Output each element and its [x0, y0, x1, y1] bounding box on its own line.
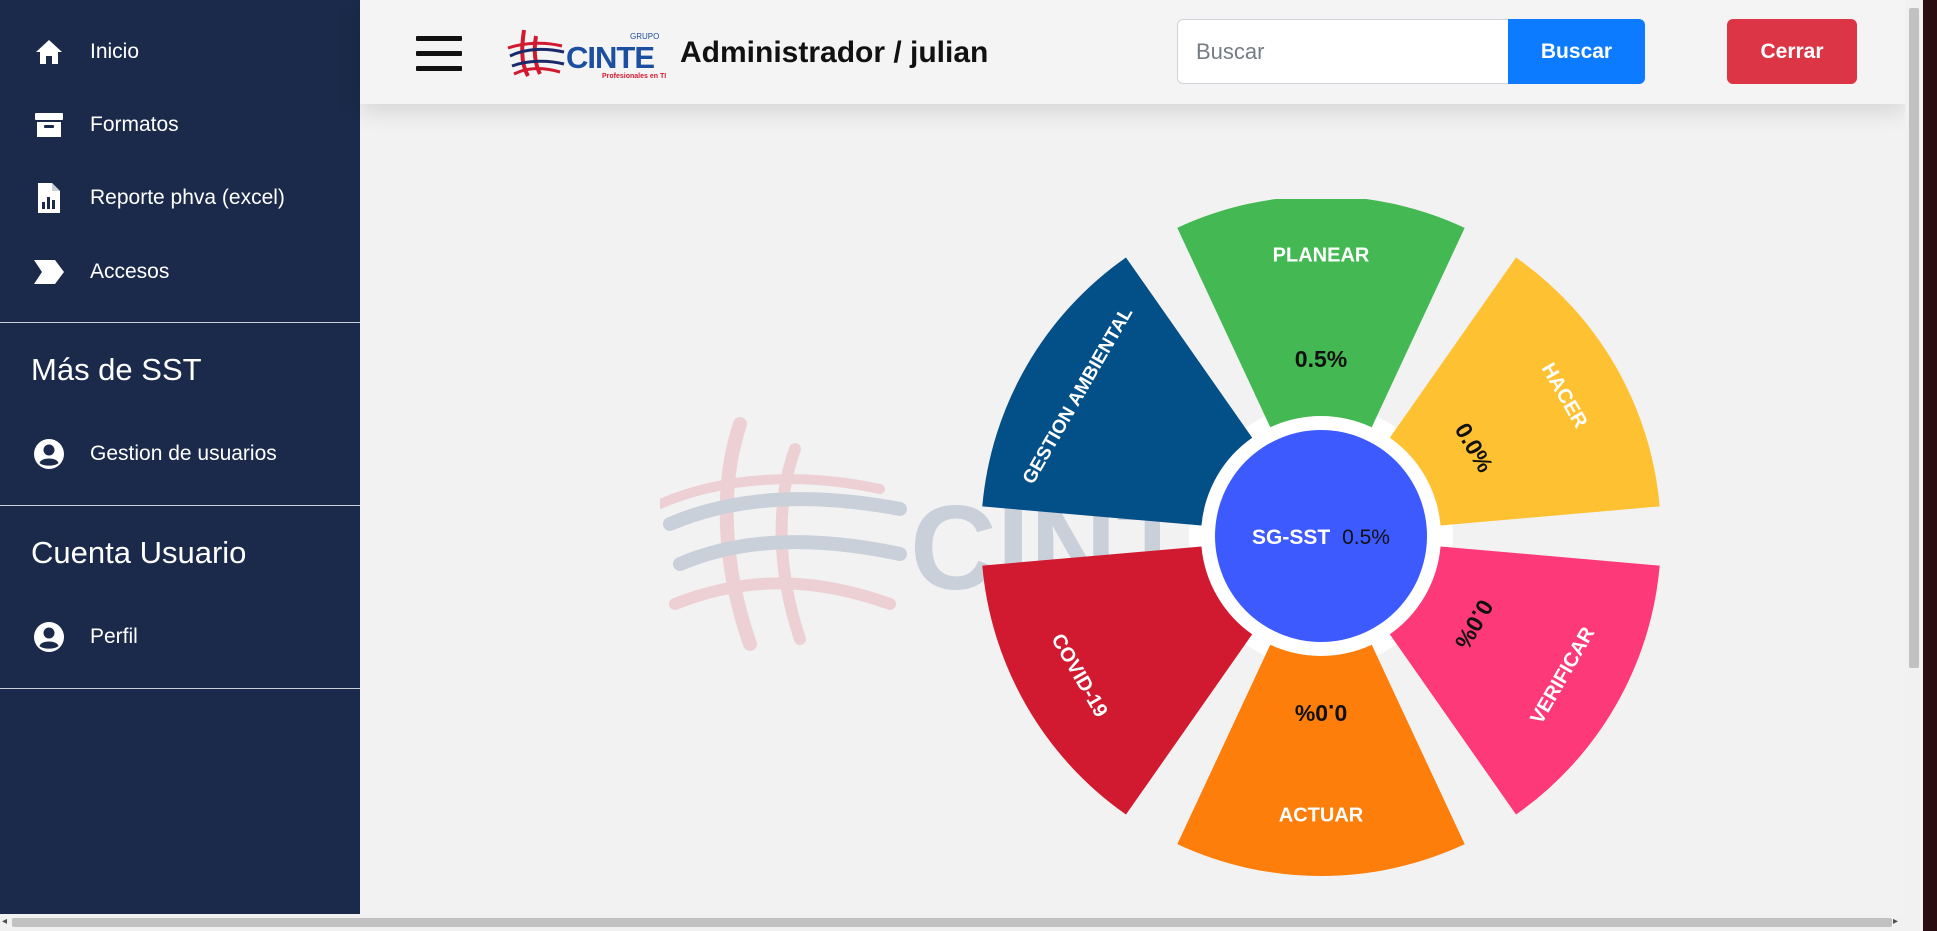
access-tag-icon	[32, 255, 66, 289]
sidebar-item-label: Reporte phva (excel)	[90, 186, 285, 209]
section-title-cuenta-usuario: Cuenta Usuario	[31, 535, 247, 570]
archive-icon	[32, 108, 66, 142]
window-edge	[1923, 0, 1937, 931]
section-title-mas-de-sst: Más de SST	[31, 352, 202, 387]
sidebar-item-label: Inicio	[90, 40, 140, 63]
sidebar-item-label: Formatos	[90, 113, 179, 136]
sidebar-item-accesos[interactable]: Accesos	[0, 242, 360, 302]
sidebar-divider	[0, 505, 360, 506]
sidebar-divider	[0, 688, 360, 689]
cinte-logo: CINTE GRUPO Profesionales en TI	[507, 29, 666, 80]
sidebar: Inicio Formatos Reporte phva (excel) Acc…	[0, 0, 360, 931]
segment-value: 0.0%	[1295, 700, 1347, 726]
logo-tagline: Profesionales en TI	[602, 73, 666, 80]
sidebar-item-gestion-usuarios[interactable]: Gestion de usuarios	[0, 424, 360, 484]
menu-bar	[416, 51, 462, 56]
home-icon	[32, 35, 66, 69]
menu-bar	[416, 36, 462, 41]
menu-toggle-button[interactable]	[416, 36, 462, 72]
sidebar-item-perfil[interactable]: Perfil	[0, 607, 360, 667]
sidebar-item-inicio[interactable]: Inicio	[0, 22, 360, 82]
search-button[interactable]: Buscar	[1508, 19, 1645, 84]
page-title: Administrador / julian	[680, 36, 989, 69]
segment-label: ACTUAR	[1279, 804, 1364, 826]
sidebar-item-label: Accesos	[90, 260, 170, 283]
main-content: CINTE PLANEAR0.5%HACER0.0%VERIFICAR0.0%A…	[360, 104, 1905, 914]
horizontal-scroll-thumb[interactable]	[12, 918, 1892, 927]
center-value: 0.5%	[1342, 526, 1390, 549]
top-header: CINTE GRUPO Profesionales en TI Administ…	[360, 0, 1905, 104]
search-input[interactable]	[1177, 19, 1510, 84]
menu-bar	[416, 66, 462, 71]
center-label: SG-SST	[1252, 526, 1330, 549]
logo-brand: CINTE	[566, 40, 654, 75]
scroll-right-arrow[interactable]: ▸	[1893, 916, 1898, 927]
horizontal-scrollbar[interactable]: ◂ ▸	[0, 914, 1923, 931]
close-button[interactable]: Cerrar	[1727, 19, 1857, 84]
sidebar-item-label: Gestion de usuarios	[90, 442, 277, 465]
sidebar-divider	[0, 322, 360, 323]
report-file-icon	[32, 181, 66, 215]
wheel-center-text: SG-SST 0.5%	[1252, 526, 1390, 549]
vertical-scroll-thumb[interactable]	[1909, 8, 1919, 668]
segment-value: 0.5%	[1295, 346, 1347, 372]
vertical-scrollbar[interactable]	[1905, 0, 1923, 914]
segment-label: PLANEAR	[1273, 244, 1370, 266]
phva-wheel: PLANEAR0.5%HACER0.0%VERIFICAR0.0%ACTUAR0…	[982, 199, 1660, 876]
logo-group: GRUPO	[630, 32, 659, 41]
sidebar-item-formatos[interactable]: Formatos	[0, 95, 360, 155]
sidebar-item-reporte-phva[interactable]: Reporte phva (excel)	[0, 168, 360, 228]
scroll-left-arrow[interactable]: ◂	[2, 916, 7, 927]
user-circle-icon	[32, 620, 66, 654]
user-circle-icon	[32, 437, 66, 471]
sidebar-item-label: Perfil	[90, 625, 138, 648]
wheel-center-button[interactable]: SG-SST 0.5%	[1215, 430, 1427, 642]
